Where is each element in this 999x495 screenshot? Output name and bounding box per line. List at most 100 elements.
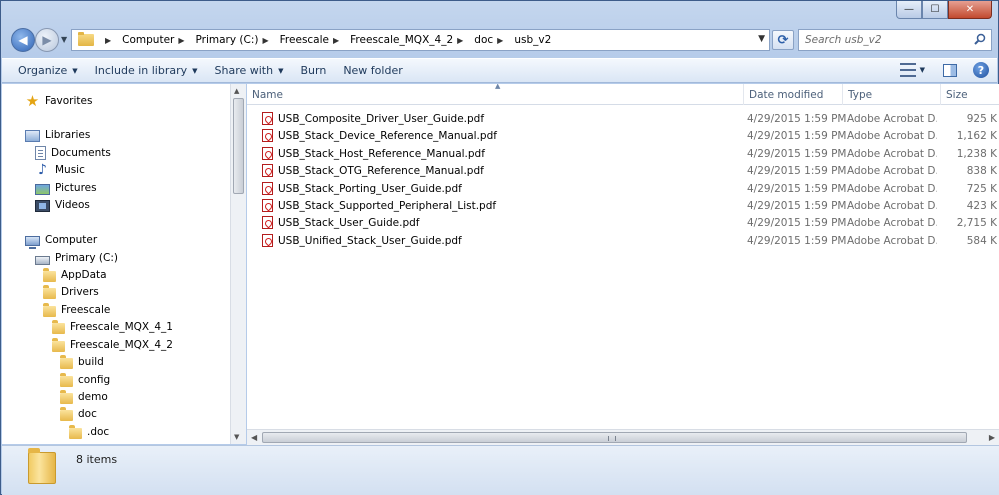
table-row[interactable]: USB_Stack_OTG_Reference_Manual.pdf 4/29/… <box>247 162 999 179</box>
navigation-scrollbar[interactable]: ▲ ▼ <box>230 84 246 444</box>
horizontal-scrollbar[interactable]: ◀ ▶ <box>247 429 999 445</box>
documents-icon <box>35 145 46 160</box>
address-bar[interactable]: ▶ Computer ▶ Primary (C:) ▶ Freescale ▶ Fre… <box>71 29 770 51</box>
tree-appdata[interactable]: AppData <box>43 266 107 283</box>
include-in-library-button[interactable]: Include in library ▼ <box>95 64 198 77</box>
new-folder-button[interactable]: New folder <box>343 64 402 77</box>
scrollbar-thumb[interactable] <box>233 98 244 194</box>
scroll-up-arrow[interactable]: ▲ <box>234 87 239 95</box>
table-row[interactable]: USB_Stack_Device_Reference_Manual.pdf 4/… <box>247 127 999 144</box>
item-count: 8 items <box>76 453 118 466</box>
tree-config[interactable]: config <box>60 371 110 388</box>
tree-primary-c[interactable]: Primary (C:) <box>35 249 118 266</box>
library-icon <box>25 129 40 142</box>
tree-libraries[interactable]: Libraries <box>25 126 90 143</box>
column-name[interactable]: Name <box>247 84 744 105</box>
column-header: ▲ Name Date modified Type Size <box>247 84 999 105</box>
address-dropdown-arrow[interactable]: ▼ <box>758 34 765 44</box>
folder-icon <box>43 268 56 282</box>
breadcrumb-primary-c[interactable]: Primary (C:) ▶ <box>193 34 277 46</box>
tree-dot-doc[interactable]: .doc <box>69 423 109 440</box>
view-controls: ▼ ? <box>899 62 989 78</box>
scroll-right-arrow[interactable]: ▶ <box>989 433 995 442</box>
videos-icon <box>35 199 50 212</box>
tree-videos[interactable]: Videos <box>35 196 90 213</box>
breadcrumb-doc[interactable]: doc ▶ <box>471 34 511 46</box>
navigation-pane: ★ Favorites Libraries Documents ♪ Music Pi… <box>2 84 230 444</box>
caption-buttons: — ☐ ✕ <box>896 1 992 21</box>
tree-pictures[interactable]: Pictures <box>35 179 97 196</box>
file-list: ▲ Name Date modified Type Size USB_Compo… <box>247 84 999 444</box>
breadcrumb-usb-v2[interactable]: usb_v2 <box>511 34 554 46</box>
pdf-icon <box>262 129 273 142</box>
search-box[interactable] <box>798 29 992 51</box>
pictures-icon <box>35 184 50 195</box>
table-row[interactable]: USB_Stack_Host_Reference_Manual.pdf 4/29… <box>247 145 999 162</box>
folder-icon <box>60 355 73 369</box>
help-icon[interactable]: ? <box>973 62 989 78</box>
table-row[interactable]: USB_Stack_Porting_User_Guide.pdf 4/29/20… <box>247 180 999 197</box>
table-row[interactable]: USB_Stack_Supported_Peripheral_List.pdf … <box>247 197 999 214</box>
views-dropdown[interactable]: ▼ <box>920 66 925 74</box>
back-button[interactable]: ◀ <box>11 28 35 52</box>
maximize-button[interactable]: ☐ <box>922 1 948 19</box>
folder-icon <box>78 32 94 46</box>
tree-freescale[interactable]: Freescale <box>43 301 110 318</box>
search-input[interactable] <box>805 34 970 46</box>
horizontal-scrollbar-thumb[interactable] <box>262 432 967 443</box>
tree-demo[interactable]: demo <box>60 388 108 405</box>
pdf-icon <box>262 199 273 212</box>
pdf-icon <box>262 147 273 160</box>
recent-pages-dropdown[interactable]: ▼ <box>61 35 67 44</box>
tree-documents[interactable]: Documents <box>35 144 111 161</box>
explorer-window: — ☐ ✕ ◀ ▶ ▼ ▶ Computer ▶ Primary (C:) ▶ Fr… <box>0 0 999 495</box>
column-date-modified[interactable]: Date modified <box>744 84 843 105</box>
breadcrumb-freescale[interactable]: Freescale ▶ <box>277 34 348 46</box>
share-with-button[interactable]: Share with ▼ <box>215 64 284 77</box>
tree-freescale-mqx-4-1[interactable]: Freescale_MQX_4_1 <box>52 318 173 335</box>
organize-button[interactable]: Organize ▼ <box>18 64 78 77</box>
preview-pane-icon[interactable] <box>943 63 957 77</box>
tree-freescale-mqx-4-2[interactable]: Freescale_MQX_4_2 <box>52 336 173 353</box>
music-icon: ♪ <box>38 161 47 178</box>
column-size[interactable]: Size <box>941 84 999 105</box>
tree-favorites[interactable]: ★ Favorites <box>25 91 93 110</box>
table-row[interactable]: USB_Unified_Stack_User_Guide.pdf 4/29/20… <box>247 232 999 249</box>
folder-icon <box>60 407 73 421</box>
search-icon[interactable] <box>974 33 986 45</box>
details-pane: 8 items <box>2 445 999 495</box>
scroll-left-arrow[interactable]: ◀ <box>251 433 257 442</box>
minimize-button[interactable]: — <box>896 1 922 19</box>
burn-button[interactable]: Burn <box>300 64 326 77</box>
close-button[interactable]: ✕ <box>948 1 992 19</box>
table-row[interactable]: USB_Stack_User_Guide.pdf 4/29/2015 1:59 … <box>247 214 999 231</box>
column-type[interactable]: Type <box>843 84 941 105</box>
refresh-button[interactable]: ⟳ <box>772 30 794 50</box>
navigation-row: ◀ ▶ ▼ ▶ Computer ▶ Primary (C:) ▶ Freescal… <box>9 27 992 53</box>
tree-drivers[interactable]: Drivers <box>43 283 99 300</box>
folder-icon <box>60 373 73 387</box>
table-row[interactable]: USB_Composite_Driver_User_Guide.pdf 4/29… <box>247 110 999 127</box>
folder-icon <box>52 320 65 334</box>
star-icon: ★ <box>25 91 40 110</box>
views-icon[interactable] <box>899 63 916 77</box>
computer-icon <box>25 235 40 249</box>
tree-build[interactable]: build <box>60 353 104 370</box>
breadcrumb: Computer ▶ Primary (C:) ▶ Freescale ▶ Frees… <box>119 30 554 50</box>
pdf-icon <box>262 164 273 177</box>
breadcrumb-computer[interactable]: Computer ▶ <box>119 34 192 46</box>
drive-icon <box>35 256 50 265</box>
forward-button[interactable]: ▶ <box>35 28 59 52</box>
breadcrumb-freescale-mqx-4-2[interactable]: Freescale_MQX_4_2 ▶ <box>347 34 471 46</box>
pdf-icon <box>262 182 273 195</box>
tree-computer[interactable]: Computer <box>25 231 97 249</box>
breadcrumb-root-chevron[interactable]: ▶ <box>98 36 119 45</box>
pdf-icon <box>262 112 273 125</box>
scroll-down-arrow[interactable]: ▼ <box>234 433 239 441</box>
folder-icon <box>60 390 73 404</box>
folder-icon <box>43 303 56 317</box>
tree-music[interactable]: ♪ Music <box>35 161 85 178</box>
tree-doc[interactable]: doc <box>60 405 97 422</box>
chevron-down-icon: ▼ <box>278 66 284 75</box>
refresh-icon: ⟳ <box>777 32 789 48</box>
